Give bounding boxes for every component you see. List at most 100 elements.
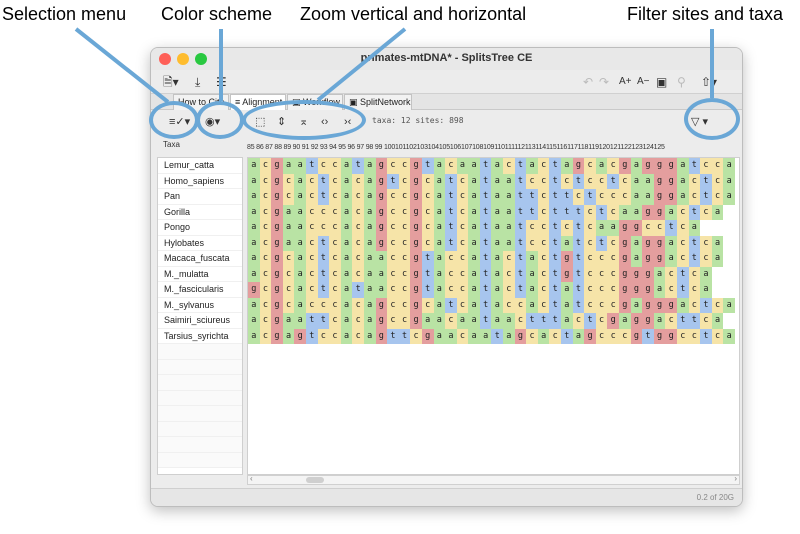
nucleotide-cell[interactable]: a — [723, 189, 735, 205]
nucleotide-cell[interactable]: t — [665, 220, 677, 236]
nucleotide-cell[interactable]: c — [317, 158, 330, 174]
nucleotide-cell[interactable]: a — [468, 251, 480, 267]
taxon-item[interactable]: M._fascicularis — [158, 282, 242, 298]
nucleotide-cell[interactable]: a — [294, 235, 306, 251]
nucleotide-cell[interactable]: t — [479, 297, 492, 313]
nucleotide-cell[interactable]: g — [421, 328, 434, 344]
nucleotide-cell[interactable]: t — [479, 251, 492, 267]
nucleotide-cell[interactable]: a — [630, 297, 643, 313]
nucleotide-cell[interactable]: a — [363, 313, 376, 329]
nucleotide-cell[interactable]: a — [294, 297, 306, 313]
alignment-view[interactable]: acgaatccatagccgtacaatactactagcacgagggatc… — [247, 157, 740, 475]
nucleotide-cell[interactable]: a — [294, 220, 306, 236]
nucleotide-cell[interactable]: c — [282, 189, 295, 205]
nucleotide-cell[interactable]: c — [526, 235, 538, 251]
nucleotide-cell[interactable]: a — [248, 204, 260, 220]
nucleotide-cell[interactable]: c — [352, 297, 364, 313]
nucleotide-cell[interactable]: c — [329, 328, 341, 344]
nucleotide-cell[interactable]: a — [723, 158, 735, 174]
taxon-item[interactable]: Tarsius_syrichta — [158, 329, 242, 344]
nucleotide-cell[interactable]: a — [676, 173, 689, 189]
nucleotide-cell[interactable]: a — [561, 282, 573, 298]
nucleotide-cell[interactable]: a — [433, 235, 446, 251]
nucleotide-cell[interactable]: g — [630, 282, 643, 298]
nucleotide-cell[interactable]: t — [549, 313, 562, 329]
nucleotide-cell[interactable]: a — [723, 173, 735, 189]
nucleotide-cell[interactable]: g — [665, 189, 677, 205]
nucleotide-cell[interactable]: g — [271, 313, 283, 329]
nucleotide-cell[interactable]: a — [248, 328, 260, 344]
nucleotide-cell[interactable]: a — [503, 173, 515, 189]
nucleotide-cell[interactable]: a — [526, 158, 538, 174]
nucleotide-cell[interactable]: c — [387, 313, 399, 329]
taxon-item[interactable]: Homo_sapiens — [158, 174, 242, 189]
nucleotide-cell[interactable]: g — [607, 313, 619, 329]
nucleotide-cell[interactable]: c — [537, 235, 550, 251]
nucleotide-cell[interactable]: a — [433, 189, 446, 205]
font-decrease-button[interactable]: A− — [637, 74, 650, 90]
nucleotide-cell[interactable]: c — [537, 251, 550, 267]
nucleotide-cell[interactable]: a — [491, 282, 504, 298]
nucleotide-cell[interactable]: g — [271, 266, 283, 282]
nucleotide-cell[interactable]: g — [653, 158, 666, 174]
nucleotide-cell[interactable]: c — [676, 235, 689, 251]
nucleotide-cell[interactable]: c — [711, 328, 724, 344]
nucleotide-cell[interactable]: a — [433, 266, 446, 282]
nucleotide-cell[interactable]: c — [305, 204, 318, 220]
nucleotide-cell[interactable]: a — [433, 328, 446, 344]
nucleotide-cell[interactable]: g — [653, 251, 666, 267]
nucleotide-cell[interactable]: c — [387, 235, 399, 251]
nucleotide-cell[interactable]: c — [421, 189, 434, 205]
nucleotide-cell[interactable]: a — [340, 266, 353, 282]
nucleotide-cell[interactable]: c — [584, 220, 596, 236]
nucleotide-cell[interactable]: c — [387, 251, 399, 267]
nucleotide-cell[interactable]: c — [607, 204, 619, 220]
nucleotide-cell[interactable]: c — [352, 220, 364, 236]
nucleotide-cell[interactable]: a — [340, 189, 353, 205]
nucleotide-cell[interactable]: t — [526, 189, 538, 205]
nucleotide-cell[interactable]: c — [387, 220, 399, 236]
nucleotide-cell[interactable]: t — [572, 220, 585, 236]
nucleotide-cell[interactable]: a — [294, 251, 306, 267]
nucleotide-cell[interactable]: g — [630, 313, 643, 329]
nucleotide-cell[interactable]: g — [410, 266, 422, 282]
nucleotide-cell[interactable]: t — [445, 173, 457, 189]
nucleotide-cell[interactable]: a — [340, 313, 353, 329]
nucleotide-cell[interactable]: a — [491, 220, 504, 236]
nucleotide-cell[interactable]: a — [375, 266, 388, 282]
nucleotide-cell[interactable]: c — [352, 266, 364, 282]
nucleotide-cell[interactable]: t — [700, 173, 712, 189]
nucleotide-cell[interactable]: a — [711, 313, 724, 329]
nucleotide-cell[interactable]: a — [676, 297, 689, 313]
nucleotide-cell[interactable]: t — [445, 204, 457, 220]
nucleotide-cell[interactable]: a — [491, 158, 504, 174]
tab-splitnetwork[interactable]: ▣ SplitNetwork — [344, 94, 412, 110]
nucleotide-cell[interactable]: t — [514, 251, 527, 267]
nucleotide-cell[interactable]: c — [607, 158, 619, 174]
nucleotide-cell[interactable]: g — [665, 173, 677, 189]
nucleotide-cell[interactable]: g — [410, 251, 422, 267]
taxon-item[interactable]: Pongo — [158, 220, 242, 236]
nucleotide-cell[interactable]: a — [363, 251, 376, 267]
nucleotide-cell[interactable]: a — [491, 235, 504, 251]
nucleotide-cell[interactable]: c — [700, 251, 712, 267]
nucleotide-cell[interactable]: a — [433, 158, 446, 174]
nucleotide-cell[interactable]: a — [248, 235, 260, 251]
nucleotide-cell[interactable]: a — [282, 235, 295, 251]
nucleotide-cell[interactable]: a — [630, 251, 643, 267]
nucleotide-cell[interactable]: a — [248, 220, 260, 236]
nucleotide-cell[interactable]: c — [445, 251, 457, 267]
nucleotide-cell[interactable]: t — [688, 158, 701, 174]
selection-menu-button[interactable]: ≡✓▾ — [169, 115, 190, 129]
nucleotide-cell[interactable]: c — [653, 220, 666, 236]
nucleotide-cell[interactable]: c — [329, 189, 341, 205]
nucleotide-cell[interactable]: g — [375, 235, 388, 251]
nucleotide-cell[interactable]: a — [340, 173, 353, 189]
taxon-item[interactable]: Macaca_fuscata — [158, 251, 242, 267]
nucleotide-cell[interactable]: g — [642, 204, 654, 220]
nucleotide-cell[interactable]: a — [433, 204, 446, 220]
nucleotide-cell[interactable]: g — [630, 328, 643, 344]
nucleotide-cell[interactable]: g — [410, 173, 422, 189]
nucleotide-cell[interactable]: a — [248, 297, 260, 313]
nucleotide-cell[interactable]: a — [248, 173, 260, 189]
